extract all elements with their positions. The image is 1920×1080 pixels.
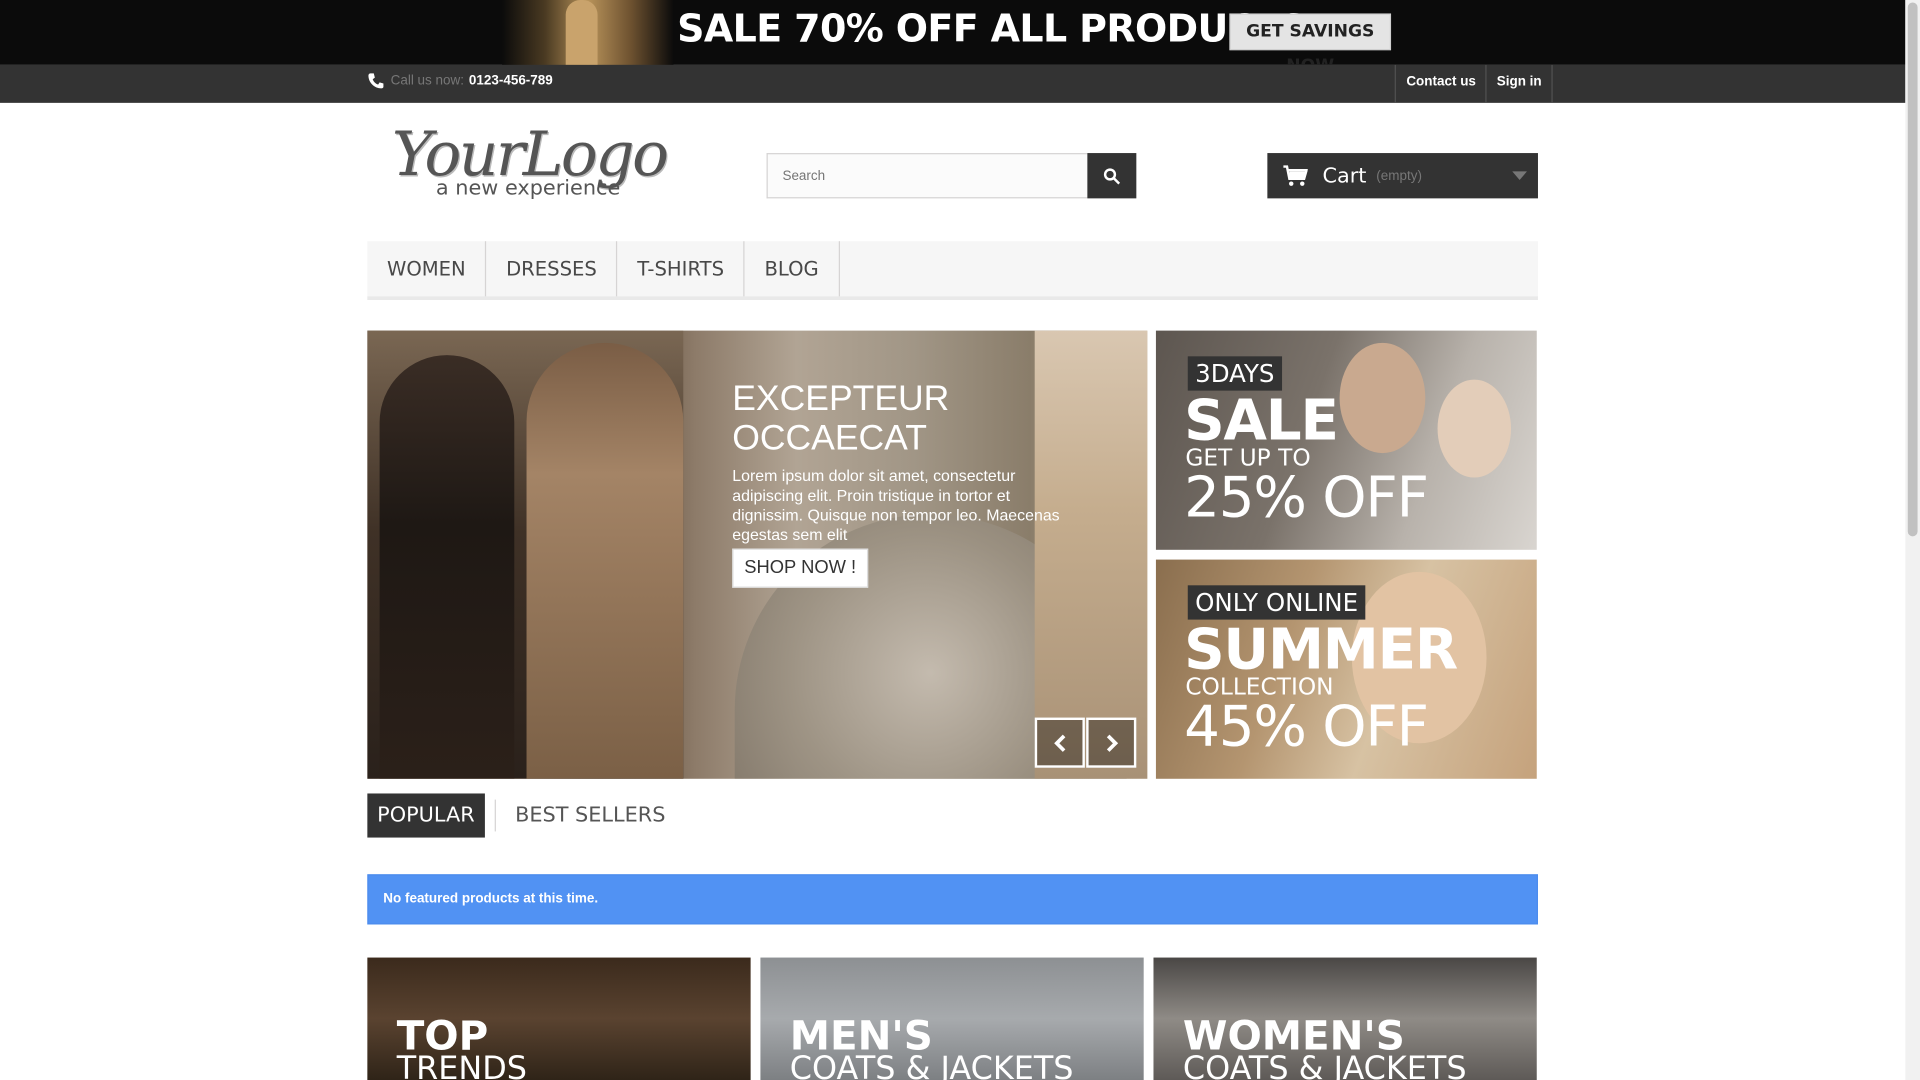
slide-image-couple xyxy=(367,330,684,779)
tab-best-sellers[interactable]: BEST SELLERS xyxy=(505,793,675,837)
phone-icon xyxy=(368,73,384,89)
slide-text: Lorem ipsum dolor sit amet, consectetur … xyxy=(732,466,1060,544)
chevron-down-icon xyxy=(1512,171,1527,181)
tile-image-woman xyxy=(1437,379,1512,478)
banner-womens-coats[interactable]: WOMEN'S COATS & JACKETS xyxy=(1153,957,1537,1080)
tile-image-couple xyxy=(1339,342,1426,454)
cart-status: (empty) xyxy=(1376,168,1422,184)
promo-tile-sale[interactable]: 3DAYS SALE GET UP TO 25% OFF xyxy=(1155,330,1537,550)
search-button[interactable] xyxy=(1087,153,1137,199)
tab-divider xyxy=(494,799,496,832)
banner-subtitle: COATS & JACKETS xyxy=(1182,1050,1467,1080)
get-savings-button[interactable]: GET SAVINGS NOW xyxy=(1229,13,1392,76)
phone-contact: Call us now: 0123-456-789 xyxy=(367,72,553,89)
promo-banner[interactable]: SALE 70% OFF ALL PRODUCTS GET SAVINGS NO… xyxy=(0,0,1906,76)
menu-item-women[interactable]: WOMEN xyxy=(367,241,487,297)
tile-discount: 25% OFF xyxy=(1184,464,1429,531)
slide-figure-woman xyxy=(379,355,515,779)
call-label: Call us now: xyxy=(390,73,464,89)
search-icon xyxy=(1103,167,1121,184)
search-form xyxy=(766,153,1137,199)
slider-next-button[interactable] xyxy=(1086,717,1137,768)
menu-item-blog[interactable]: BLOG xyxy=(745,241,840,297)
page-scrollbar[interactable] xyxy=(1905,0,1920,1080)
chevron-left-icon xyxy=(1053,734,1065,752)
banner-top-trends[interactable]: TOP TRENDS xyxy=(367,957,751,1080)
promo-tile-summer[interactable]: ONLY ONLINE SUMMER COLLECTION 45% OFF xyxy=(1155,559,1537,779)
product-tabs: POPULAR BEST SELLERS xyxy=(367,793,675,838)
info-alert: No featured products at this time. xyxy=(367,874,1538,925)
cart-icon xyxy=(1283,164,1308,186)
slider-prev-button[interactable] xyxy=(1034,717,1085,768)
tab-popular[interactable]: POPULAR xyxy=(367,793,485,838)
contact-us-link[interactable]: Contact us xyxy=(1395,64,1485,103)
banner-subtitle: TRENDS xyxy=(396,1050,527,1080)
cart-label: Cart xyxy=(1322,163,1367,188)
homepage-slider[interactable]: EXCEPTEUR OCCAECAT Lorem ipsum dolor sit… xyxy=(367,330,1148,779)
tile-tag: 3DAYS xyxy=(1187,356,1282,391)
shop-now-button[interactable]: SHOP NOW ! xyxy=(732,548,869,588)
slide-title: EXCEPTEUR OCCAECAT xyxy=(732,379,950,458)
tile-tag: ONLY ONLINE xyxy=(1187,585,1366,620)
tile-headline: SALE xyxy=(1184,386,1339,454)
menu-item-dresses[interactable]: DRESSES xyxy=(486,241,618,297)
chevron-right-icon xyxy=(1106,734,1118,752)
banner-subtitle: COATS & JACKETS xyxy=(789,1050,1074,1080)
sign-in-link[interactable]: Sign in xyxy=(1485,64,1553,103)
tile-headline: SUMMER xyxy=(1184,615,1458,683)
tile-discount: 45% OFF xyxy=(1184,693,1429,760)
top-nav-bar xyxy=(0,64,1906,103)
search-input[interactable] xyxy=(766,153,1088,199)
menu-item-tshirts[interactable]: T-SHIRTS xyxy=(618,241,745,297)
phone-number: 0123-456-789 xyxy=(468,73,553,89)
cart-button[interactable]: Cart (empty) xyxy=(1267,153,1538,199)
scrollbar-thumb[interactable] xyxy=(1907,2,1918,537)
site-logo[interactable]: YourLogo a new experience xyxy=(392,122,686,210)
promo-model-image xyxy=(502,0,674,65)
account-links: Contact us Sign in xyxy=(1395,64,1553,103)
slide-figure-man xyxy=(526,342,684,779)
promo-title: SALE 70% OFF ALL PRODUCTS xyxy=(677,7,1308,52)
category-menu: WOMEN DRESSES T-SHIRTS BLOG xyxy=(367,241,1538,301)
slide-image-woman xyxy=(1034,330,1148,779)
banner-mens-coats[interactable]: MEN'S COATS & JACKETS xyxy=(760,957,1144,1080)
